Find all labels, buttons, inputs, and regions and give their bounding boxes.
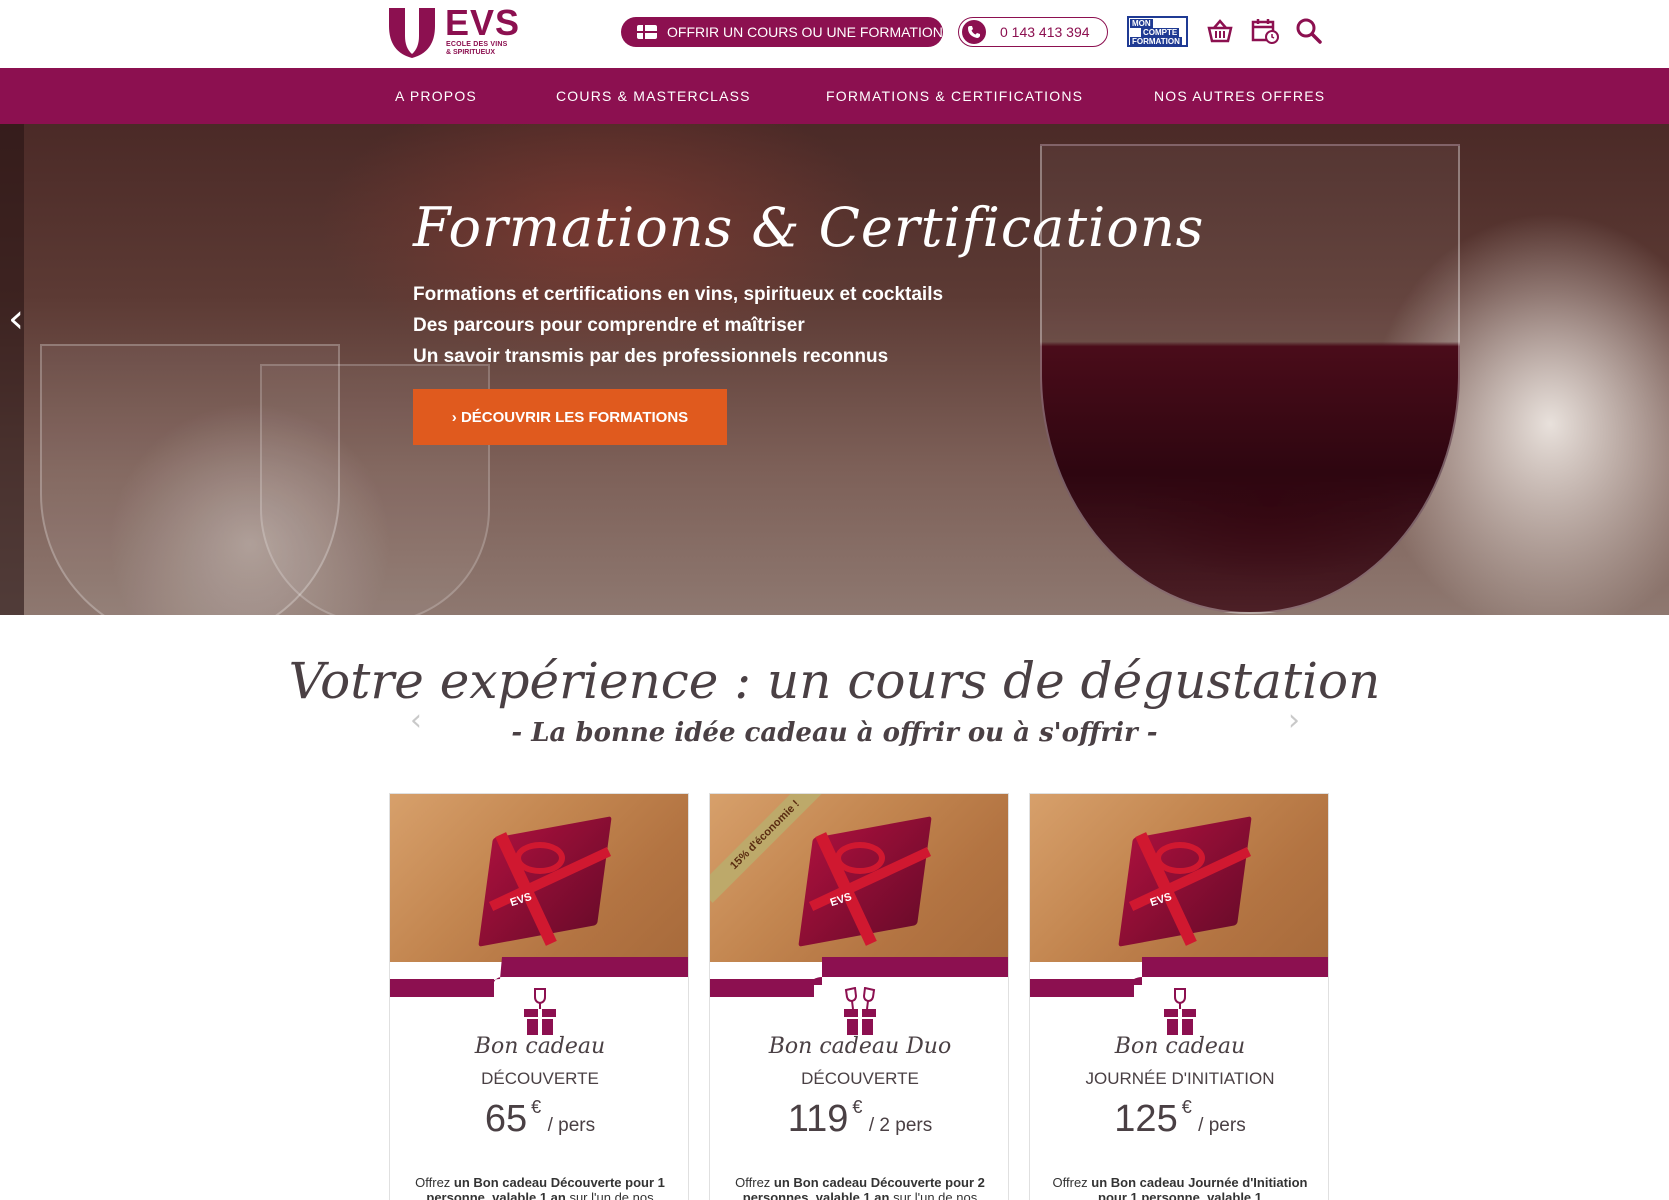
card-name: Bon cadeau [1114, 1034, 1246, 1059]
offer-course-button[interactable]: OFFRIR UN COURS OU UNE FORMATION [621, 17, 943, 47]
price-amount: 119 [787, 1098, 849, 1140]
gift-wine-icon [1164, 988, 1196, 1035]
slider-prev-area[interactable] [0, 124, 24, 615]
hero-line-1: Formations et certifications en vins, sp… [413, 284, 944, 305]
price-amount: 65 [484, 1098, 528, 1140]
gift-card-photo: EVS [710, 794, 1008, 962]
search-icon[interactable] [1294, 16, 1324, 46]
card-description: Offrez un Bon cadeau Journée d'Initiatio… [1052, 1175, 1308, 1200]
card-description: Offrez un Bon cadeau Découverte pour 1 p… [415, 1175, 665, 1200]
hero-title: Formations & Certifications [413, 196, 1205, 259]
section-subtitle: - La bonne idée cadeau à offrir ou à s'o… [511, 718, 1158, 748]
logo-tagline-2: & SPIRITUEUX [446, 49, 496, 56]
gift-card-journee-initiation[interactable]: EVS Bon cadeau JOURNÉE D'INITIATION 125 €… [1029, 793, 1329, 1200]
card-name: Bon cadeau Duo [768, 1034, 952, 1059]
price-currency: € [852, 1097, 863, 1117]
basket-icon[interactable] [1205, 16, 1235, 46]
price-currency: € [1181, 1097, 1192, 1117]
phone-icon [962, 20, 986, 44]
card-kind: DÉCOUVERTE [481, 1069, 599, 1088]
price-unit: / pers [547, 1115, 596, 1136]
price-amount: 125 [1114, 1098, 1178, 1140]
main-nav: A PROPOS COURS & MASTERCLASS FORMATIONS … [0, 68, 1669, 124]
section-title: Votre expérience : un cours de dégustati… [288, 652, 1381, 710]
card-name: Bon cadeau [474, 1034, 606, 1059]
card-kind: JOURNÉE D'INITIATION [1085, 1069, 1275, 1088]
gift-two-glasses-icon [844, 987, 876, 1035]
gift-card-photo: EVS [1030, 794, 1328, 962]
mcf-line-3: FORMATION [1130, 37, 1182, 46]
card-kind: DÉCOUVERTE [801, 1069, 919, 1088]
gift-card-decouverte[interactable]: EVS Bon cadeau DÉCOUVERTE 65 € / pers Off… [389, 793, 689, 1200]
nav-item-formations-certifications[interactable]: FORMATIONS & CERTIFICATIONS [826, 68, 1083, 124]
hero-line-3: Un savoir transmis par des professionnel… [413, 346, 889, 367]
top-header: EVS ECOLE DES VINS & SPIRITUEUX OFFRIR U… [0, 0, 1669, 68]
glass-logo-icon [389, 8, 435, 58]
mon-compte-formation-logo[interactable]: MON COMPTE FORMATION [1127, 16, 1188, 47]
gift-wine-icon [524, 988, 556, 1035]
phone-button[interactable]: 0 143 413 394 [958, 17, 1108, 47]
nav-item-cours-masterclass[interactable]: COURS & MASTERCLASS [556, 68, 751, 124]
logo-tagline: ECOLE DES VINS [446, 41, 508, 48]
mcf-line-1: MON [1130, 19, 1153, 28]
calendar-icon[interactable] [1250, 16, 1280, 46]
chevron-left-icon[interactable]: ‹ [8, 296, 24, 342]
card-description: Offrez un Bon cadeau Découverte pour 2 p… [735, 1175, 985, 1200]
card-price: 65 € / pers [390, 1097, 688, 1141]
price-unit: / pers [1198, 1115, 1246, 1136]
evs-logo[interactable]: EVS ECOLE DES VINS & SPIRITUEUX [385, 2, 535, 60]
phone-number: 0 143 413 394 [1000, 24, 1090, 40]
mcf-line-2: COMPTE [1141, 28, 1180, 37]
card-price: 125 € / pers [1030, 1097, 1328, 1141]
hero-line-2: Des parcours pour comprendre et maîtrise… [413, 315, 805, 336]
nav-item-a-propos[interactable]: A PROPOS [395, 68, 477, 124]
hero-slider: ‹ Formations & Certifications Formations… [0, 124, 1669, 615]
logo-brand: EVS [445, 2, 521, 43]
price-unit: / 2 pers [868, 1115, 933, 1136]
offer-course-label: OFFRIR UN COURS OU UNE FORMATION [667, 24, 943, 40]
discover-formations-button[interactable]: › DÉCOUVRIR LES FORMATIONS [413, 389, 727, 445]
gift-card-photo: EVS [390, 794, 688, 962]
card-price: 119 € / 2 pers [710, 1097, 1008, 1141]
price-currency: € [531, 1097, 542, 1117]
gift-icon [637, 25, 657, 39]
nav-item-nos-autres-offres[interactable]: NOS AUTRES OFFRES [1154, 68, 1325, 124]
gift-card-duo-decouverte[interactable]: EVS 15% d'économie ! Bon cadeau Duo DÉCO… [709, 793, 1009, 1200]
